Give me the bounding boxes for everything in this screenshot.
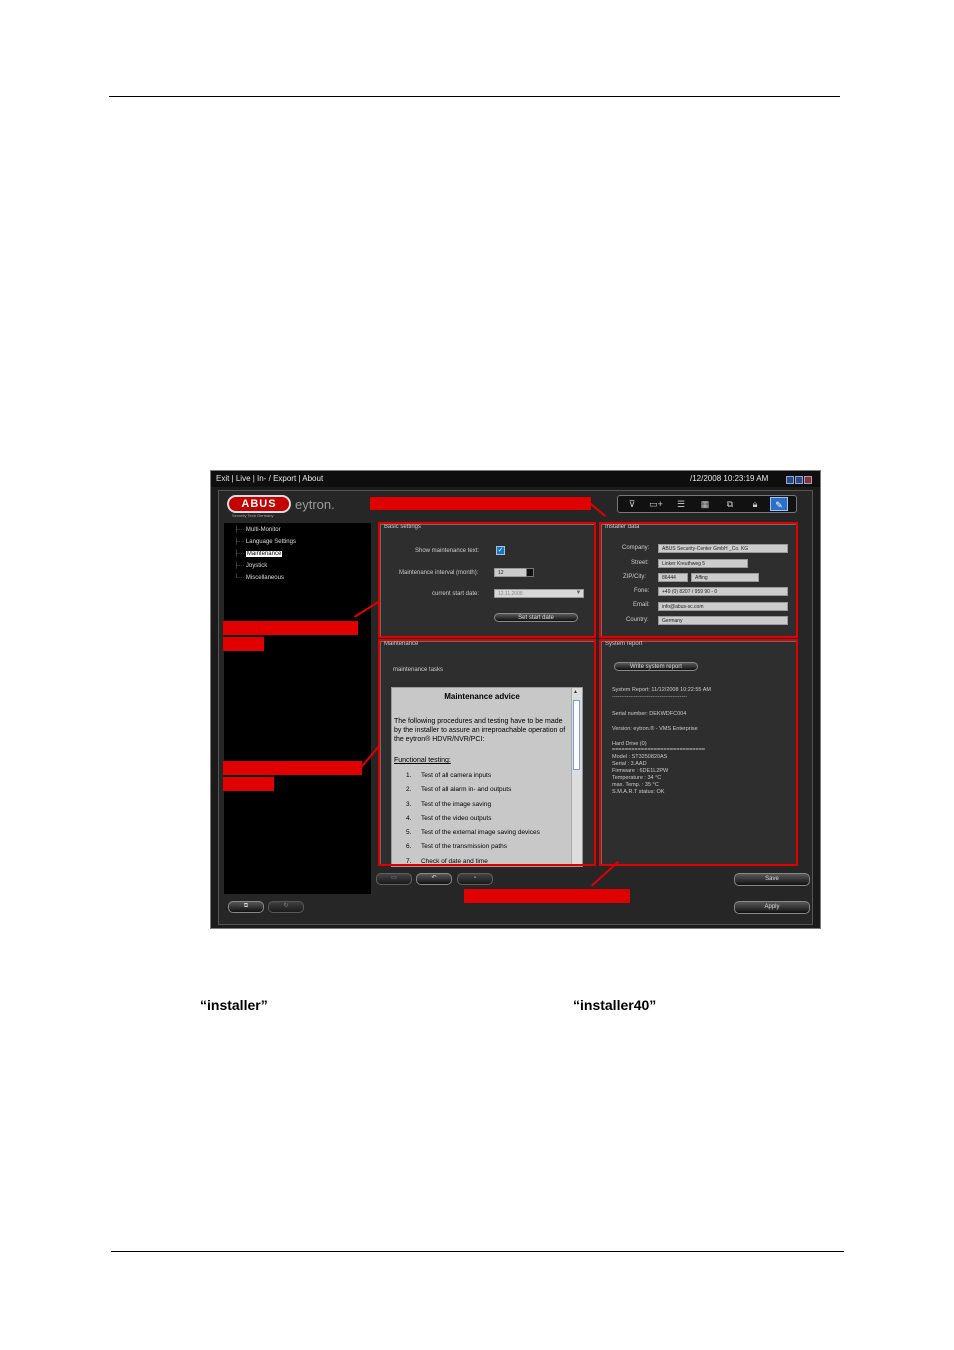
lock-icon[interactable]: 🔒︎: [746, 497, 764, 511]
highlight-system-report: [599, 639, 798, 866]
grid-icon[interactable]: ▦: [696, 497, 714, 511]
tools-icon[interactable]: ✎: [770, 497, 788, 511]
highlight-installer-data: [599, 522, 798, 638]
caption-installer: “installer”: [200, 997, 268, 1013]
refresh-icon[interactable]: ↻: [268, 901, 304, 913]
tree-item-miscellaneous[interactable]: └··· Miscellaneous: [234, 575, 284, 581]
camera-add-icon[interactable]: ▭+: [647, 497, 665, 511]
screenshot-window: Exit | Live | In- / Export | About /12/2…: [210, 470, 821, 929]
delete-icon[interactable]: ▪: [457, 873, 493, 885]
header-rule: [109, 96, 840, 97]
playback-icon[interactable]: ⊽: [623, 497, 641, 511]
list-icon[interactable]: ☰: [672, 497, 690, 511]
tree-item-multi-monitor[interactable]: ├··· Multi-Monitor: [234, 527, 281, 533]
network-icon[interactable]: ⧉: [721, 497, 739, 511]
apply-button[interactable]: Apply: [734, 901, 810, 914]
menu-items[interactable]: Exit | Live | In- / Export | About: [216, 471, 323, 487]
save-button[interactable]: Save: [734, 873, 810, 886]
callout-bar-top: [370, 497, 591, 510]
copy-icon[interactable]: ▭: [376, 873, 412, 885]
undo-icon[interactable]: ↶: [416, 873, 452, 885]
clock-display: /12/2008 10:23:19 AM: [690, 474, 769, 483]
highlight-maintenance: [378, 639, 596, 866]
callout-bar-left-2b: [223, 777, 274, 791]
window-controls: [786, 474, 813, 490]
abus-logo: ABUS: [227, 495, 291, 513]
maximize-icon[interactable]: [795, 476, 803, 484]
tree-item-maintenance[interactable]: ├··· Maintenance: [234, 551, 283, 557]
tree-item-joystick[interactable]: ├··· Joystick: [234, 563, 267, 569]
window-layout-icon[interactable]: ⧉: [228, 901, 264, 913]
settings-tree: ├··· Multi-Monitor ├··· Language Setting…: [224, 523, 371, 894]
minimize-icon[interactable]: [786, 476, 794, 484]
logo-tagline: Security Tech Germany: [232, 513, 274, 518]
callout-bar-left-1b: [223, 637, 264, 651]
menu-bar: Exit | Live | In- / Export | About /12/2…: [211, 471, 820, 487]
callout-bar-left-2a: [223, 761, 362, 775]
callout-bar-left-1a: [223, 621, 358, 635]
close-icon[interactable]: [804, 476, 812, 484]
tree-item-language-settings[interactable]: ├··· Language Settings: [234, 539, 296, 545]
footer-rule: [111, 1251, 844, 1252]
product-name: eytron.: [295, 497, 335, 512]
main-toolbar: ⊽ ▭+ ☰ ▦ ⧉ 🔒︎ ✎: [617, 495, 797, 513]
highlight-basic-settings: [378, 522, 596, 638]
caption-installer40: “installer40”: [573, 997, 657, 1013]
callout-bar-bottom: [464, 889, 630, 903]
